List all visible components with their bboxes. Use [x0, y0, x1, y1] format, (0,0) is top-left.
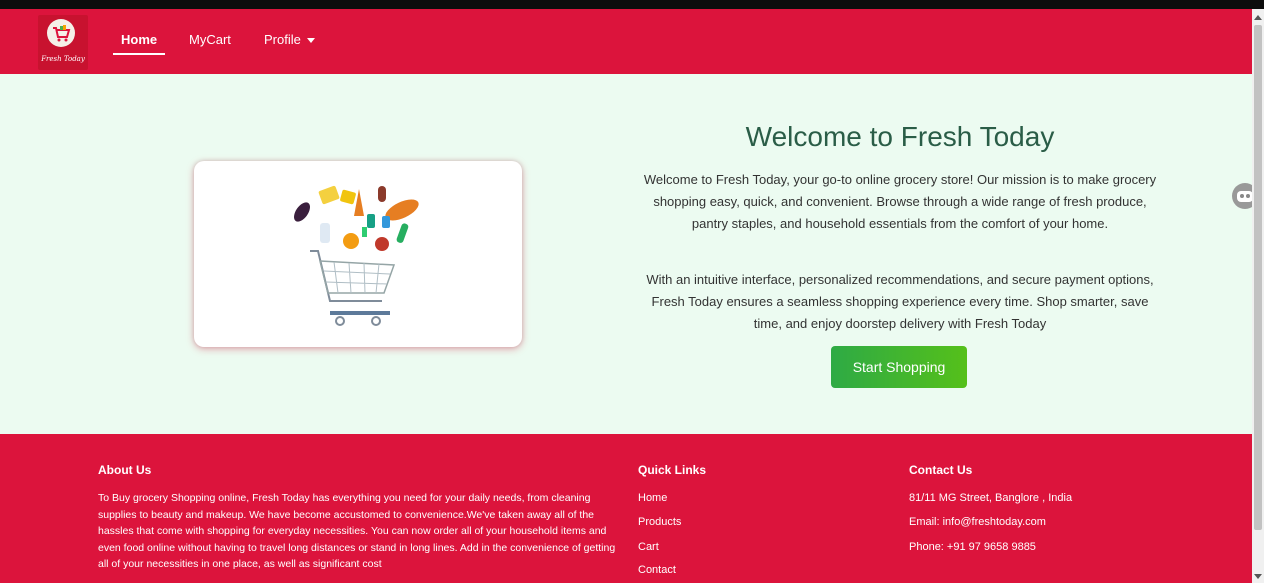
nav-profile-dropdown[interactable]: Profile: [264, 32, 315, 47]
hero-title: Welcome to Fresh Today: [745, 121, 1055, 152]
chevron-down-icon: [306, 38, 315, 44]
footer-about-heading: About Us: [98, 463, 152, 477]
footer-phone: Phone: +91 97 9658 9885: [909, 541, 1036, 553]
scrollbar-thumb[interactable]: [1254, 25, 1262, 530]
scroll-up-icon[interactable]: [1254, 15, 1262, 20]
cart-logo-icon: [47, 19, 75, 47]
footer-link-cart[interactable]: Cart: [638, 541, 659, 553]
logo[interactable]: Fresh Today: [38, 15, 88, 70]
navbar: Fresh Today Home MyCart Profile: [0, 9, 1252, 74]
footer-contact-heading: Contact Us: [909, 463, 973, 477]
vertical-scrollbar[interactable]: [1252, 9, 1264, 583]
grocery-cart-illustration: [294, 185, 419, 326]
footer-link-home[interactable]: Home: [638, 492, 667, 504]
nav-profile-label: Profile: [264, 32, 301, 47]
nav-home-link[interactable]: Home: [121, 32, 157, 47]
active-nav-underline: [113, 53, 165, 55]
footer-link-contact[interactable]: Contact: [638, 564, 676, 576]
footer-about-text: To Buy grocery Shopping online, Fresh To…: [98, 492, 616, 570]
hero-features-paragraph: With an intuitive interface, personalize…: [646, 272, 1154, 331]
footer-quick-links-heading: Quick Links: [638, 463, 707, 477]
footer-email: Email: info@freshtoday.com: [909, 516, 1046, 528]
nav-mycart-link[interactable]: MyCart: [189, 32, 231, 47]
start-shopping-button[interactable]: Start Shopping: [831, 346, 967, 388]
hero-image-card: [194, 161, 522, 347]
logo-text: Fresh Today: [41, 55, 85, 63]
footer: About Us To Buy grocery Shopping online,…: [0, 434, 1252, 583]
footer-link-products[interactable]: Products: [638, 516, 681, 528]
hero-intro-paragraph: Welcome to Fresh Today, your go-to onlin…: [643, 172, 1157, 231]
scroll-down-icon[interactable]: [1254, 574, 1262, 579]
footer-address: 81/11 MG Street, Banglore , India: [909, 492, 1073, 504]
browser-top-bar: [0, 0, 1264, 9]
